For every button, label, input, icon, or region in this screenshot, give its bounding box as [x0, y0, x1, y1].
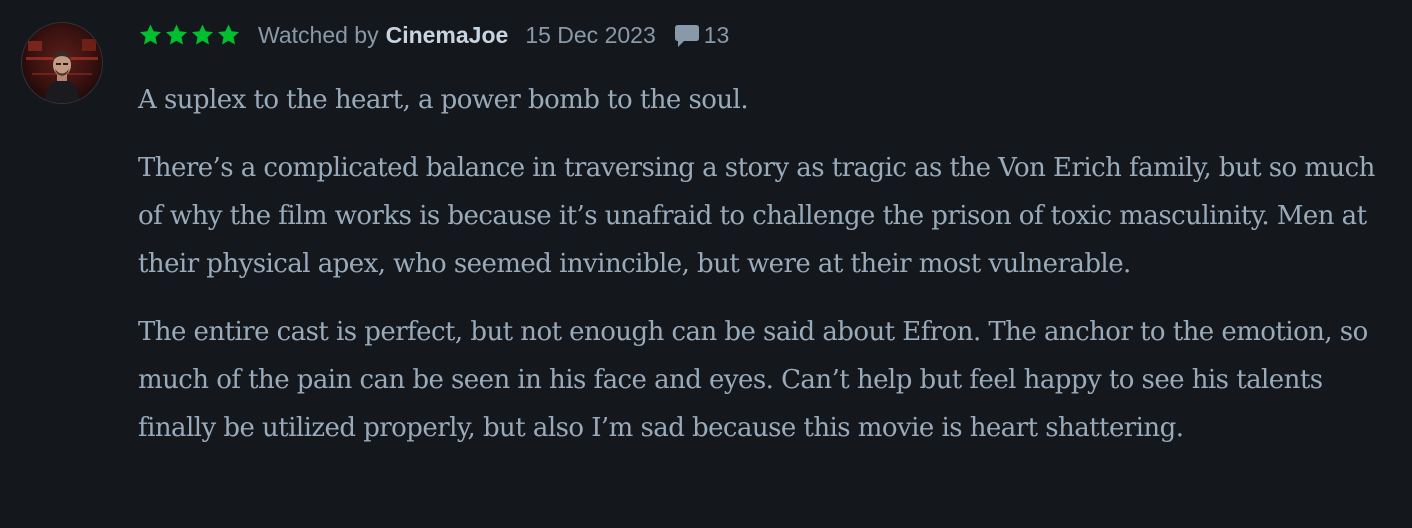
comments-link[interactable]: 13: [674, 21, 730, 49]
star-icon: [140, 24, 161, 45]
review-body: A suplex to the heart, a power bomb to t…: [138, 76, 1378, 472]
review-paragraph-2: There’s a complicated balance in travers…: [138, 153, 1375, 279]
watched-by-label: Watched by: [258, 21, 379, 48]
star-icon: [166, 24, 187, 45]
review-entry: Watched by CinemaJoe 15 Dec 2023 13 A su…: [0, 0, 1412, 528]
avatar[interactable]: [22, 23, 102, 103]
speech-bubble-icon: [674, 25, 699, 47]
review-paragraph-1: A suplex to the heart, a power bomb to t…: [138, 85, 749, 115]
star-rating: [138, 23, 242, 47]
star-icon: [192, 24, 213, 45]
star-icon: [218, 24, 239, 45]
review-paragraph-3: The entire cast is perfect, but not enou…: [138, 317, 1368, 443]
review-meta: Watched by CinemaJoe 15 Dec 2023 13: [138, 17, 729, 53]
comment-count: 13: [703, 21, 730, 48]
avatar-image: [22, 23, 102, 103]
username-link[interactable]: CinemaJoe: [386, 22, 509, 49]
review-date-link[interactable]: 15 Dec 2023: [525, 22, 655, 49]
